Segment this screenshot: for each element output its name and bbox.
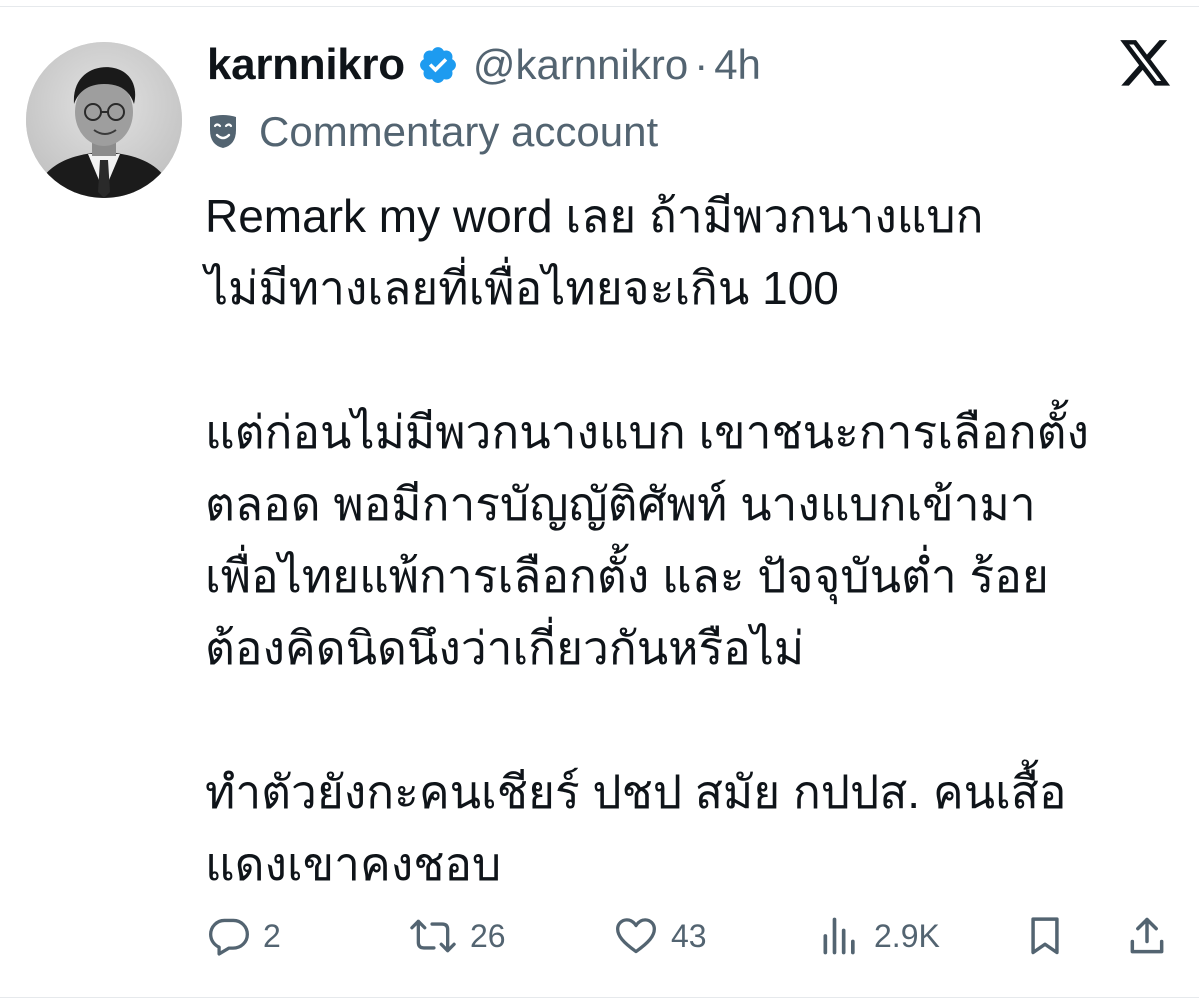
like-count: 43 bbox=[671, 917, 707, 954]
heart-icon bbox=[616, 918, 656, 954]
like-button[interactable]: 43 bbox=[613, 908, 707, 964]
user-handle[interactable]: @karnnikro bbox=[473, 41, 688, 89]
theater-mask-icon bbox=[207, 114, 239, 150]
views-button[interactable]: 2.9K bbox=[818, 908, 940, 964]
share-icon bbox=[1130, 917, 1164, 954]
timestamp[interactable]: 4h bbox=[714, 41, 761, 89]
repost-button[interactable]: 26 bbox=[408, 908, 506, 964]
avatar[interactable] bbox=[26, 42, 182, 198]
tweet-paragraph: ทำตัวยังกะคนเชียร์ ปชป สมัย กปปส. คนเสื้… bbox=[205, 766, 1067, 890]
repost-icon bbox=[410, 919, 456, 953]
action-bar: 2 26 43 2.9K bbox=[0, 908, 1199, 964]
bookmark-button[interactable] bbox=[1023, 908, 1079, 964]
tweet-text: Remark my word เลย ถ้ามีพวกนางแบก ไม่มีท… bbox=[205, 180, 1180, 900]
tweet-header: karnnikro @karnnikro · 4h bbox=[207, 34, 761, 96]
views-icon bbox=[823, 917, 855, 955]
reply-button[interactable]: 2 bbox=[207, 908, 281, 964]
bottom-divider bbox=[0, 997, 1199, 998]
repost-count: 26 bbox=[470, 917, 506, 954]
share-button[interactable] bbox=[1125, 908, 1181, 964]
display-name[interactable]: karnnikro bbox=[207, 40, 405, 90]
bookmark-icon bbox=[1031, 917, 1059, 955]
tweet-paragraph: Remark my word เลย ถ้ามีพวกนางแบก ไม่มีท… bbox=[205, 190, 984, 314]
views-count: 2.9K bbox=[874, 917, 940, 954]
tweet-paragraph: แต่ก่อนไม่มีพวกนางแบก เขาชนะการเลือกตั้ง… bbox=[205, 406, 1089, 674]
x-logo-icon[interactable] bbox=[1120, 40, 1172, 88]
top-divider bbox=[0, 6, 1199, 7]
verified-badge-icon[interactable] bbox=[417, 44, 459, 86]
reply-icon bbox=[209, 918, 249, 956]
account-label-text: Commentary account bbox=[259, 108, 659, 155]
separator-dot: · bbox=[694, 41, 709, 88]
reply-count: 2 bbox=[263, 917, 281, 954]
account-label: Commentary account bbox=[207, 104, 658, 160]
